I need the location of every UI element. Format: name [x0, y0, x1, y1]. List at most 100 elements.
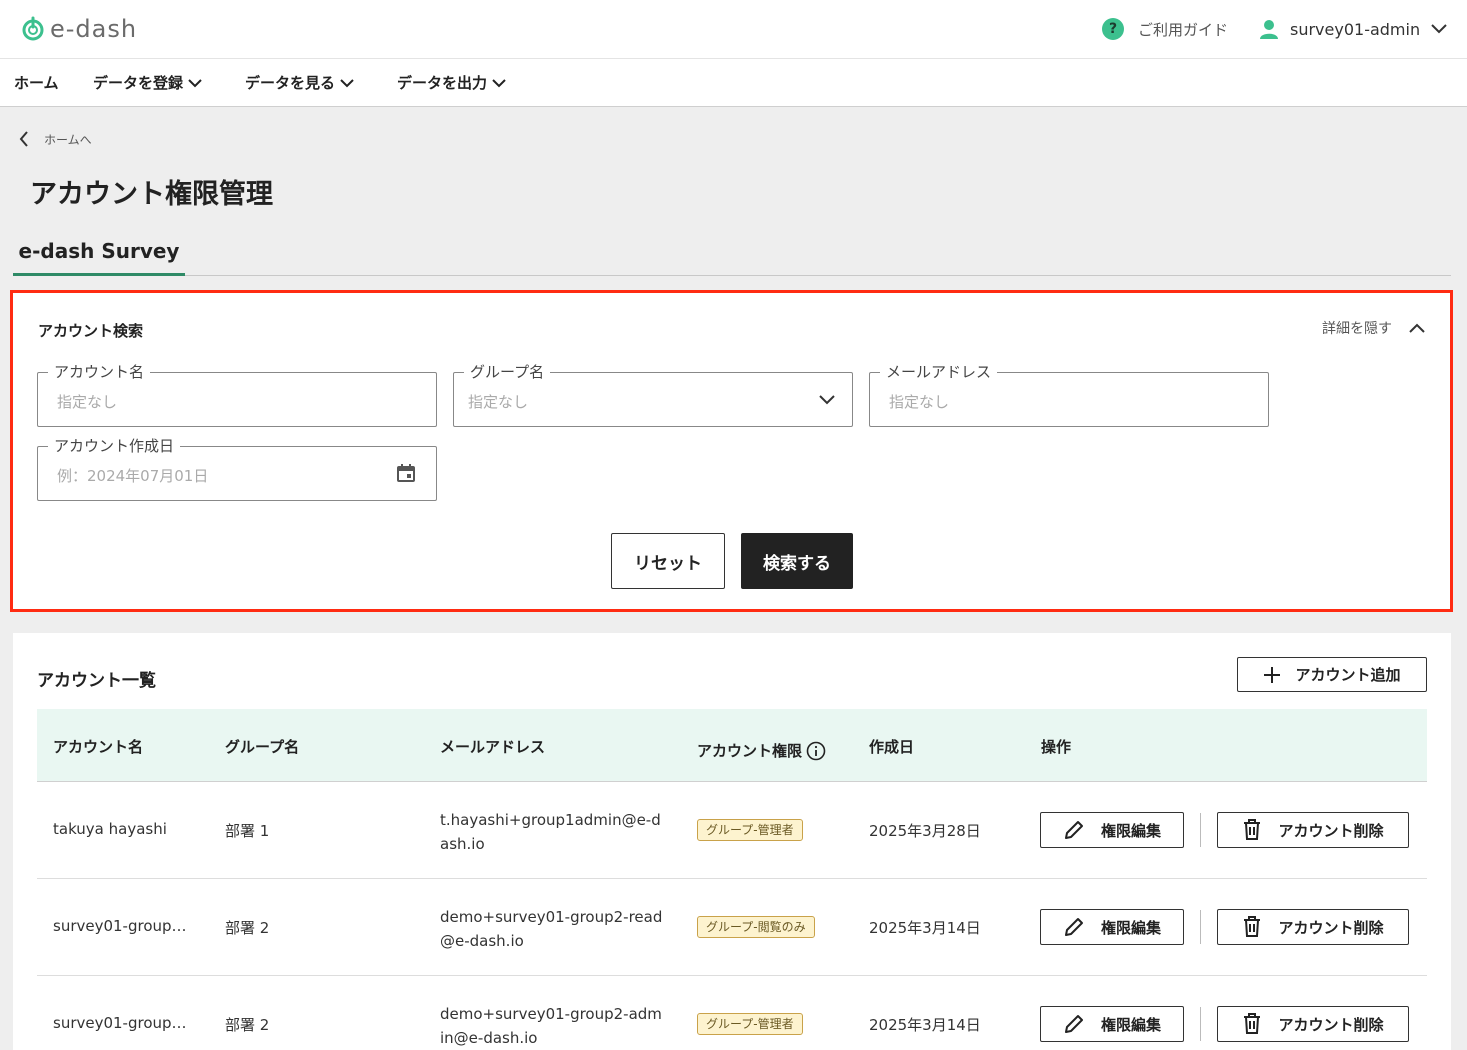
role-badge: グループ-管理者 — [697, 1013, 803, 1035]
edit-permission-label: 権限編集 — [1100, 918, 1161, 937]
tab-bar: e-dash Survey — [13, 226, 1451, 276]
calendar-icon[interactable] — [396, 463, 416, 483]
email-field[interactable]: メールアドレス 指定なし — [869, 361, 1269, 427]
created-date-placeholder: 例：2024年07月01日 — [57, 467, 209, 485]
add-account-button[interactable]: アカウント追加 — [1237, 657, 1427, 692]
nav-home[interactable]: ホーム — [14, 72, 59, 93]
main-nav: ホーム データを登録 データを見る データを出力 — [0, 59, 1467, 107]
created-date-field[interactable]: アカウント作成日 例：2024年07月01日 — [37, 435, 437, 501]
trash-icon — [1244, 1013, 1261, 1034]
row-account-name: survey01-group… — [53, 1014, 187, 1032]
row-created-date: 2025年3月14日 — [869, 1016, 981, 1034]
trash-icon — [1244, 916, 1261, 937]
col-created: 作成日 — [869, 738, 915, 756]
chevron-down-icon — [188, 78, 202, 87]
table-row: survey01-group… 部署 2 demo+survey01-group… — [37, 976, 1427, 1050]
nav-view-label: データを見る — [245, 74, 336, 92]
row-created-date: 2025年3月28日 — [869, 822, 981, 840]
chevron-down-icon — [819, 395, 835, 405]
role-badge: グループ-閲覧のみ — [697, 916, 815, 938]
col-account-role: アカウント権限 — [697, 740, 826, 761]
row-group-name: 部署 1 — [225, 822, 270, 840]
page-title: アカウント権限管理 — [30, 179, 273, 210]
pencil-icon — [1064, 918, 1083, 936]
pencil-icon — [1064, 821, 1083, 839]
edit-permission-label: 権限編集 — [1100, 821, 1161, 840]
nav-home-label: ホーム — [14, 74, 59, 92]
email-placeholder: 指定なし — [889, 393, 950, 411]
info-icon[interactable] — [806, 741, 826, 761]
search-panel-title: アカウント検索 — [38, 322, 144, 340]
delete-account-label: アカウント削除 — [1278, 918, 1384, 937]
delete-account-label: アカウント削除 — [1278, 821, 1384, 840]
hide-details-toggle[interactable]: 詳細を隠す — [1322, 318, 1426, 338]
trash-icon — [1244, 819, 1261, 840]
account-name-label: アカウント名 — [48, 361, 151, 382]
edit-permission-button[interactable]: 権限編集 — [1040, 909, 1184, 945]
table-header: アカウント名 グループ名 メールアドレス アカウント権限 作成日 操作 — [37, 709, 1427, 782]
search-button[interactable]: 検索する — [741, 533, 853, 589]
back-to-home-label: ホームへ — [44, 132, 92, 147]
group-name-label: グループ名 — [464, 361, 551, 382]
account-name-placeholder: 指定なし — [57, 393, 118, 411]
col-account-name: アカウント名 — [53, 738, 144, 756]
reset-button[interactable]: リセット — [611, 533, 725, 589]
help-guide-link[interactable]: ? ご利用ガイド — [1102, 18, 1228, 40]
chevron-up-icon — [1409, 323, 1425, 333]
delete-account-button[interactable]: アカウント削除 — [1217, 812, 1409, 848]
actions-divider — [1200, 910, 1201, 944]
email-label: メールアドレス — [880, 361, 998, 382]
group-name-placeholder: 指定なし — [468, 393, 529, 411]
chevron-down-icon — [492, 78, 506, 87]
table-row: survey01-group… 部署 2 demo+survey01-group… — [37, 879, 1427, 976]
plus-icon — [1264, 666, 1281, 683]
hide-details-label: 詳細を隠す — [1322, 321, 1392, 337]
actions-divider — [1200, 1007, 1201, 1041]
account-list-panel: アカウント一覧 アカウント追加 アカウント名 グループ名 メールアドレス アカウ… — [13, 633, 1451, 1050]
nav-export-label: データを出力 — [397, 74, 488, 92]
nav-register-label: データを登録 — [93, 74, 184, 92]
user-menu[interactable]: survey01-admin — [1258, 18, 1448, 40]
chevron-left-icon — [19, 131, 28, 147]
row-group-name: 部署 2 — [225, 1016, 270, 1034]
col-account-role-label: アカウント権限 — [697, 742, 803, 760]
user-name: survey01-admin — [1290, 19, 1421, 39]
actions-divider — [1200, 813, 1201, 847]
row-account-name: survey01-group… — [53, 917, 187, 935]
row-email: demo+survey01-group2-admin@e-dash.io — [440, 1005, 662, 1047]
account-name-field[interactable]: アカウント名 指定なし — [37, 361, 437, 427]
delete-account-button[interactable]: アカウント削除 — [1217, 1006, 1409, 1042]
row-email: demo+survey01-group2-read@e-dash.io — [440, 908, 663, 950]
delete-account-label: アカウント削除 — [1278, 1015, 1384, 1034]
power-icon — [22, 16, 44, 41]
nav-view-data[interactable]: データを見る — [245, 72, 355, 93]
row-email: t.hayashi+group1admin@e-dash.io — [440, 811, 661, 853]
help-guide-label: ご利用ガイド — [1138, 20, 1229, 39]
nav-export-data[interactable]: データを出力 — [397, 72, 507, 93]
table-row: takuya hayashi 部署 1 t.hayashi+group1admi… — [37, 782, 1427, 879]
logo-text: e-dash — [50, 15, 138, 43]
row-created-date: 2025年3月14日 — [869, 919, 981, 937]
nav-register-data[interactable]: データを登録 — [93, 72, 203, 93]
group-name-select[interactable]: グループ名 指定なし — [453, 361, 853, 427]
account-list-title: アカウント一覧 — [37, 671, 156, 691]
chevron-down-icon — [340, 78, 354, 87]
chevron-down-icon — [1431, 24, 1447, 34]
user-icon — [1260, 20, 1278, 39]
row-group-name: 部署 2 — [225, 919, 270, 937]
delete-account-button[interactable]: アカウント削除 — [1217, 909, 1409, 945]
tab-e-dash-survey[interactable]: e-dash Survey — [13, 226, 185, 276]
edit-permission-button[interactable]: 権限編集 — [1040, 1006, 1184, 1042]
back-to-home-link[interactable]: ホームへ — [18, 130, 92, 148]
row-account-name: takuya hayashi — [53, 820, 167, 838]
col-email: メールアドレス — [440, 738, 546, 756]
created-date-label: アカウント作成日 — [48, 435, 181, 456]
add-account-label: アカウント追加 — [1295, 666, 1401, 684]
top-header: e-dash ? ご利用ガイド survey01-admin — [0, 0, 1467, 59]
edit-permission-button[interactable]: 権限編集 — [1040, 812, 1184, 848]
role-badge: グループ-管理者 — [697, 819, 803, 841]
edit-permission-label: 権限編集 — [1100, 1015, 1161, 1034]
col-group-name: グループ名 — [225, 738, 300, 756]
account-search-panel: アカウント検索 詳細を隠す アカウント名 指定なし グループ名 指定なし メール… — [10, 290, 1453, 612]
logo[interactable]: e-dash — [20, 14, 137, 44]
